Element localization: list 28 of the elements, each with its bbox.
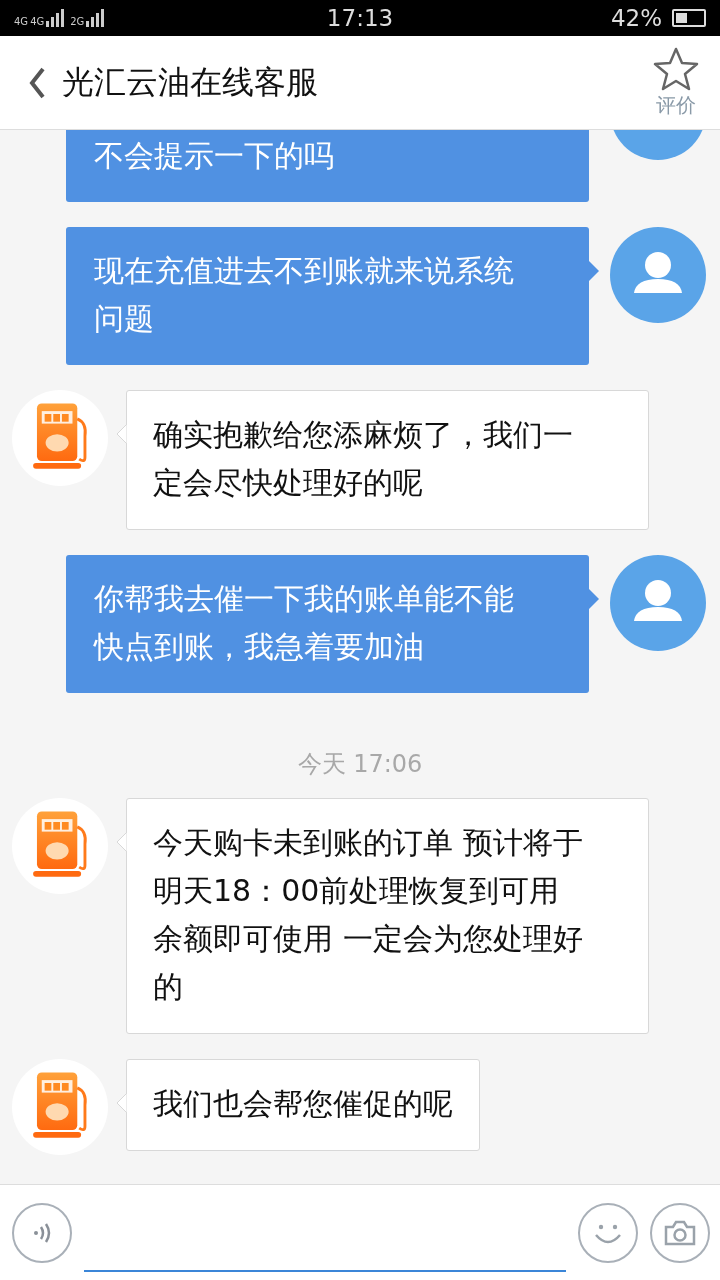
network-label: 4G — [30, 16, 45, 27]
bubble-tail — [117, 424, 127, 444]
bubble-tail — [117, 1093, 127, 1113]
fuel-pump-icon — [12, 1059, 108, 1155]
bubble-tail — [589, 261, 599, 281]
battery-percent: 42% — [610, 5, 662, 31]
camera-icon — [663, 1218, 697, 1247]
message-bubble: 确实抱歉给您添麻烦了，我们一定会尽快处理好的呢 — [126, 390, 649, 530]
message-bubble: 现在充值进去不到账就来说系统问题 — [66, 227, 589, 365]
bubble-tail — [589, 589, 599, 609]
user-avatar-icon — [610, 227, 706, 323]
timestamp: 今天 17:06 — [297, 749, 423, 780]
network-label: 2G — [70, 16, 85, 27]
fuel-pump-icon — [12, 798, 108, 894]
signal-icon — [86, 9, 105, 27]
battery-icon — [672, 9, 706, 27]
chat-title: 光汇云油在线客服 — [62, 61, 319, 103]
user-avatar-icon — [610, 555, 706, 651]
message-bubble: 你帮我去催一下我的账单能不能快点到账，我急着要加油 — [66, 555, 589, 693]
message-bubble: 不会提示一下的吗 — [66, 130, 589, 202]
network-label: 4G — [14, 16, 29, 27]
fuel-pump-icon — [12, 390, 108, 486]
message-bubble: 今天购卡未到账的订单 预计将于明天18：00前处理恢复到可用余额即可使用 一定会为您处理好的 — [126, 798, 649, 1034]
signal-icon — [46, 9, 65, 27]
bubble-tail — [117, 832, 127, 852]
clock: 17:13 — [325, 5, 395, 31]
message-bubble: 我们也会帮您催促的呢 — [126, 1059, 480, 1151]
back-icon[interactable] — [28, 66, 46, 99]
